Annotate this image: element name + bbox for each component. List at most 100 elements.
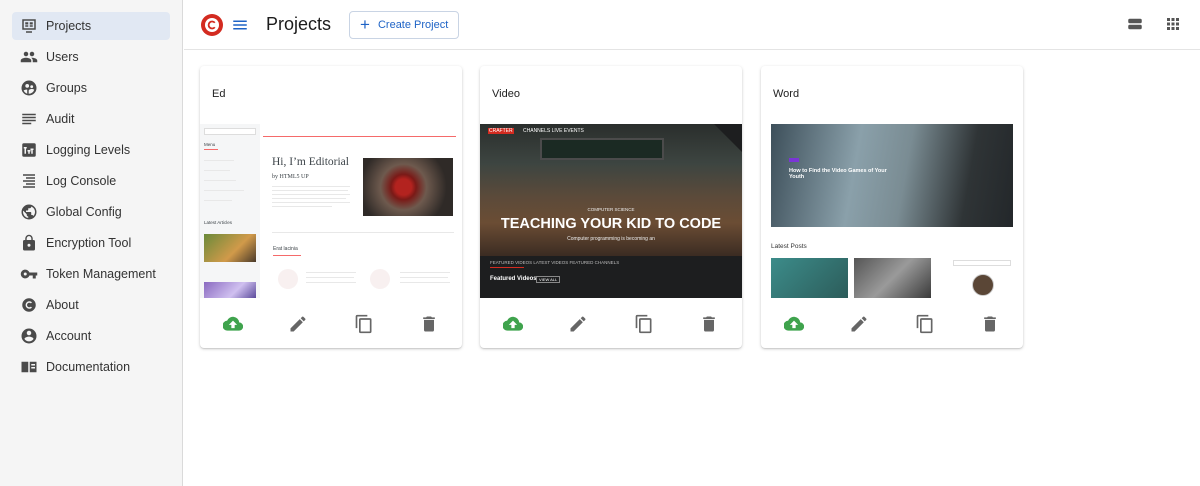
sidebar-item-label: Users (46, 50, 79, 64)
preview-nav-links: CHANNELS LIVE EVENTS (523, 128, 584, 134)
trash-icon[interactable] (698, 313, 720, 335)
card-title: Video (492, 88, 520, 100)
video-preview: CRAFTER CHANNELS LIVE EVENTS COMPUTER SC… (480, 124, 742, 298)
sidebar-item-label: Documentation (46, 360, 131, 374)
preview-post-image (854, 258, 931, 298)
preview-tab-underline (490, 267, 524, 268)
preview-accent (273, 255, 301, 256)
trash-icon[interactable] (979, 313, 1001, 335)
preview-line (400, 282, 450, 283)
sidebar-item-label: Token Management (46, 267, 156, 281)
sidebar-item-label: Audit (46, 112, 75, 126)
preview-featured: Featured Videos (490, 276, 537, 282)
project-card-ed[interactable]: Ed Menu Latest Articles Hi, I’m Editoria… (200, 66, 462, 348)
preview-line (306, 282, 356, 283)
preview-line (272, 206, 332, 207)
preview-kicker: COMPUTER SCIENCE (587, 207, 635, 212)
sidebar-item-projects[interactable]: Projects (12, 12, 170, 40)
sidebar-item-label: Projects (46, 19, 92, 33)
audit-icon (20, 110, 38, 128)
card-actions (761, 300, 1023, 348)
sidebar-item-global-config[interactable]: Global Config (12, 198, 170, 226)
sidebar-item-token-management[interactable]: Token Management (12, 260, 170, 288)
preview-line (204, 160, 234, 161)
preview-line (204, 200, 232, 201)
sidebar-item-label: Log Console (46, 174, 117, 188)
preview-brand: CRAFTER (488, 128, 514, 134)
preview-line (272, 186, 350, 187)
trash-icon[interactable] (418, 313, 440, 335)
cloud-upload-icon[interactable] (502, 313, 524, 335)
sidebar: Projects Users Groups Audit Logging Leve… (0, 0, 183, 486)
preview-view-all: VIEW ALL (536, 276, 561, 283)
preview-hero-title: How to Find the Video Games of Your Yout… (789, 168, 887, 180)
preview-article-image (204, 282, 256, 298)
copy-icon[interactable] (914, 313, 936, 335)
preview-header-line (263, 136, 456, 137)
sidebar-item-label: Encryption Tool (46, 236, 132, 250)
sidebar-item-logging-levels[interactable]: Logging Levels (12, 136, 170, 164)
cloud-upload-icon[interactable] (222, 313, 244, 335)
preview-byline: by HTML5 UP (272, 174, 309, 180)
preview-accent (204, 149, 218, 150)
preview-caption: Computer programming is becoming an (567, 236, 655, 242)
crafter-logo[interactable] (200, 13, 224, 37)
preview-headline: TEACHING YOUR KID TO CODE (500, 216, 722, 232)
pencil-icon[interactable] (287, 313, 309, 335)
sidebar-item-documentation[interactable]: Documentation (12, 353, 170, 381)
preview-chalkboard (540, 138, 664, 160)
preview-line (272, 198, 346, 199)
card-actions (480, 300, 742, 348)
card-title: Ed (212, 88, 226, 100)
sidebar-item-groups[interactable]: Groups (12, 74, 170, 102)
preview-search (953, 260, 1011, 266)
copy-icon[interactable] (353, 313, 375, 335)
top-bar: Projects + Create Project (184, 0, 1200, 50)
sidebar-item-label: About (46, 298, 79, 312)
sidebar-item-users[interactable]: Users (12, 43, 170, 71)
preview-tag (789, 158, 799, 162)
sidebar-item-account[interactable]: Account (12, 322, 170, 350)
card-thumbnail[interactable]: Menu Latest Articles Hi, I’m Editorial b… (200, 124, 462, 298)
sidebar-item-log-console[interactable]: Log Console (12, 167, 170, 195)
menu-icon[interactable] (230, 15, 250, 35)
card-thumbnail[interactable]: How to Find the Video Games of Your Yout… (761, 124, 1023, 298)
pencil-icon[interactable] (848, 313, 870, 335)
project-card-word[interactable]: Word How to Find the Video Games of Your… (761, 66, 1023, 348)
plus-icon: + (360, 15, 370, 34)
project-card-video[interactable]: Video CRAFTER CHANNELS LIVE EVENTS COMPU… (480, 66, 742, 348)
globe-icon (20, 203, 38, 221)
sidebar-item-encryption-tool[interactable]: Encryption Tool (12, 229, 170, 257)
view-toggle-group (1126, 15, 1182, 38)
log-console-icon (20, 172, 38, 190)
sidebar-item-about[interactable]: About (12, 291, 170, 319)
preview-line (204, 180, 236, 181)
list-view-icon[interactable] (1126, 15, 1144, 38)
preview-feature-icon (278, 269, 298, 289)
app-root: Projects Users Groups Audit Logging Leve… (0, 0, 1200, 486)
preview-feature-icon (370, 269, 390, 289)
preview-heading: Hi, I’m Editorial (272, 156, 349, 168)
card-title: Word (773, 88, 800, 100)
copy-icon[interactable] (633, 313, 655, 335)
groups-icon (20, 79, 38, 97)
preview-line (204, 170, 230, 171)
pencil-icon[interactable] (567, 313, 589, 335)
projects-icon (20, 17, 38, 35)
preview-line (272, 194, 350, 195)
preview-latest-posts: Latest Posts (771, 243, 807, 250)
word-preview: How to Find the Video Games of Your Yout… (761, 124, 1023, 298)
sidebar-item-label: Global Config (46, 205, 122, 219)
card-thumbnail[interactable]: CRAFTER CHANNELS LIVE EVENTS COMPUTER SC… (480, 124, 742, 298)
apps-grid-icon[interactable] (1164, 15, 1182, 38)
card-actions (200, 300, 462, 348)
editorial-preview: Menu Latest Articles Hi, I’m Editorial b… (200, 124, 462, 298)
account-icon (20, 327, 38, 345)
preview-line (272, 202, 350, 203)
preview-article-image (204, 234, 256, 262)
create-project-button[interactable]: + Create Project (349, 10, 460, 39)
sidebar-item-audit[interactable]: Audit (12, 105, 170, 133)
cloud-upload-icon[interactable] (783, 313, 805, 335)
preview-avatar (972, 274, 994, 296)
crafter-icon (20, 296, 38, 314)
